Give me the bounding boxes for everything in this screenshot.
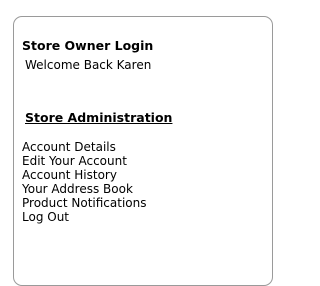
- account-details-link[interactable]: Account Details: [22, 140, 116, 154]
- account-history-link[interactable]: Account History: [22, 168, 117, 182]
- log-out-link[interactable]: Log Out: [22, 210, 69, 224]
- product-notifications-link[interactable]: Product Notifications: [22, 196, 146, 210]
- address-book-link[interactable]: Your Address Book: [22, 182, 133, 196]
- store-administration-title: Store Administration: [25, 110, 173, 125]
- welcome-message: Welcome Back Karen: [25, 58, 152, 72]
- edit-account-link[interactable]: Edit Your Account: [22, 154, 127, 168]
- login-title: Store Owner Login: [22, 38, 154, 53]
